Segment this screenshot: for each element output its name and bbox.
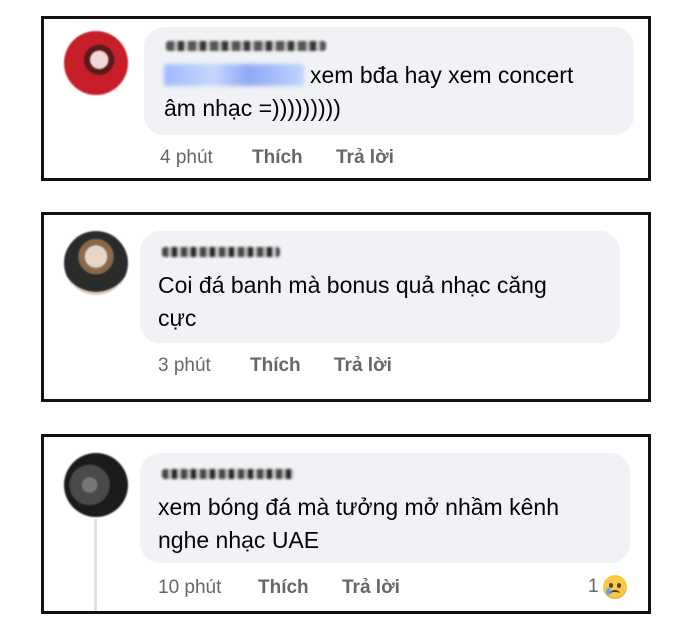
comment-actions: 10 phút Thích Trả lời (158, 577, 400, 599)
comment-time: 3 phút (158, 355, 211, 376)
comment-text-line2: cực (158, 305, 197, 331)
reply-button[interactable]: Trả lời (342, 577, 400, 599)
comment-text: Coi đá banh mà bonus quả nhạc căng cực (158, 269, 618, 335)
comment-card-3: xem bóng đá mà tưởng mở nhầm kênh nghe n… (41, 434, 651, 614)
comment-text-line1: xem bóng đá mà tưởng mở nhầm kênh (158, 494, 559, 520)
comment-time: 10 phút (158, 577, 222, 598)
reply-button[interactable]: Trả lời (336, 147, 394, 169)
avatar[interactable] (64, 231, 128, 295)
like-button[interactable]: Thích (252, 147, 336, 169)
comment-text-line1: xem bđa hay xem concert (310, 62, 574, 88)
like-button[interactable]: Thích (250, 355, 334, 377)
comment-text: xem bđa hay xem concert âm nhạc =)))))))… (164, 59, 624, 125)
mentioned-user-blurred[interactable] (164, 64, 304, 86)
reply-thread-line (94, 519, 97, 611)
avatar[interactable] (64, 31, 128, 95)
comment-text-line2: âm nhạc =))))))))) (164, 95, 341, 121)
commenter-name-blurred[interactable] (162, 469, 294, 479)
comment-actions: 3 phút Thích Trả lời (158, 355, 392, 377)
comment-text: xem bóng đá mà tưởng mở nhầm kênh nghe n… (158, 491, 628, 557)
crying-face-icon (602, 575, 627, 599)
comment-text-line2: nghe nhạc UAE (158, 527, 320, 553)
like-button[interactable]: Thích (258, 577, 342, 599)
comment-time: 4 phút (160, 147, 213, 168)
comment-actions: 4 phút Thích Trả lời (160, 147, 394, 169)
comment-card-2: Coi đá banh mà bonus quả nhạc căng cực 3… (41, 212, 651, 402)
comment-bubble: Coi đá banh mà bonus quả nhạc căng cực (140, 231, 620, 343)
reaction-summary[interactable]: 1 (588, 575, 627, 599)
comment-card-1: xem bđa hay xem concert âm nhạc =)))))))… (41, 16, 651, 181)
reaction-count: 1 (588, 576, 599, 597)
commenter-name-blurred[interactable] (162, 247, 280, 257)
comment-bubble: xem bóng đá mà tưởng mở nhầm kênh nghe n… (140, 453, 630, 563)
reply-button[interactable]: Trả lời (334, 355, 392, 377)
comment-text-line1: Coi đá banh mà bonus quả nhạc căng (158, 272, 547, 298)
commenter-name-blurred[interactable] (166, 41, 326, 51)
avatar[interactable] (64, 453, 128, 517)
comment-bubble: xem bđa hay xem concert âm nhạc =)))))))… (144, 27, 634, 135)
